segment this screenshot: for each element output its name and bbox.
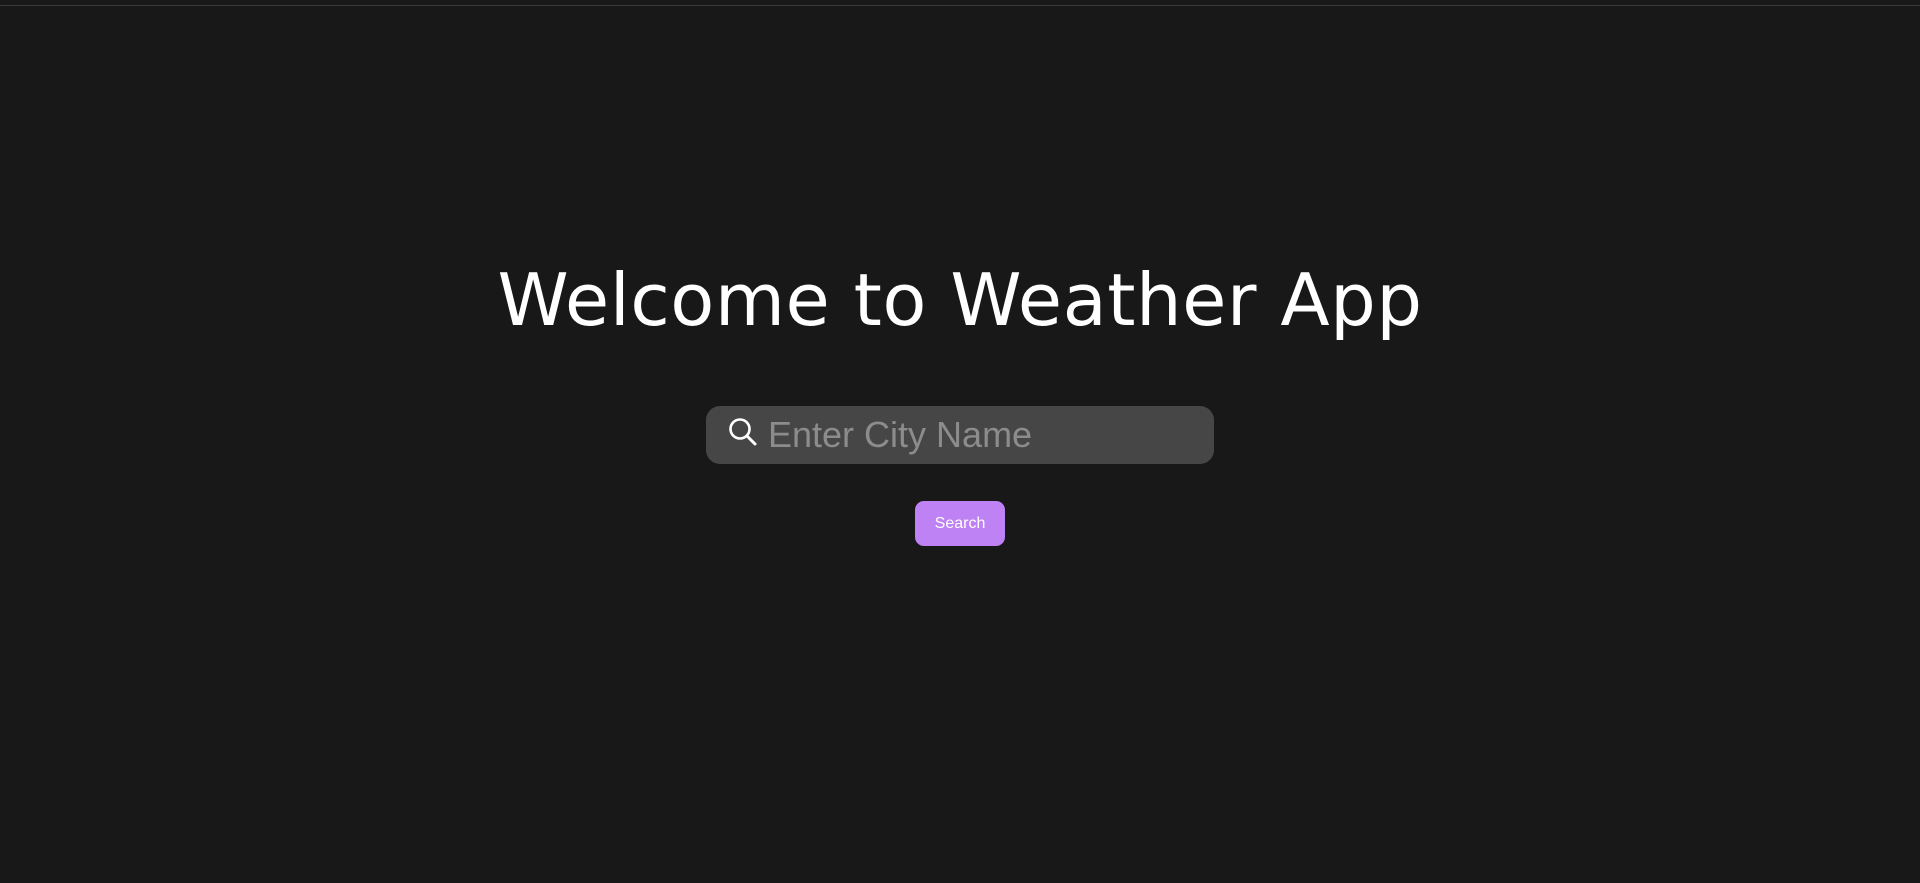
window-top-border: [0, 0, 1920, 6]
search-box[interactable]: [706, 406, 1214, 464]
city-search-input[interactable]: [768, 406, 1198, 464]
search-icon: [726, 415, 762, 451]
page-title: Welcome to Weather App: [497, 258, 1423, 342]
search-button[interactable]: Search: [915, 501, 1005, 546]
